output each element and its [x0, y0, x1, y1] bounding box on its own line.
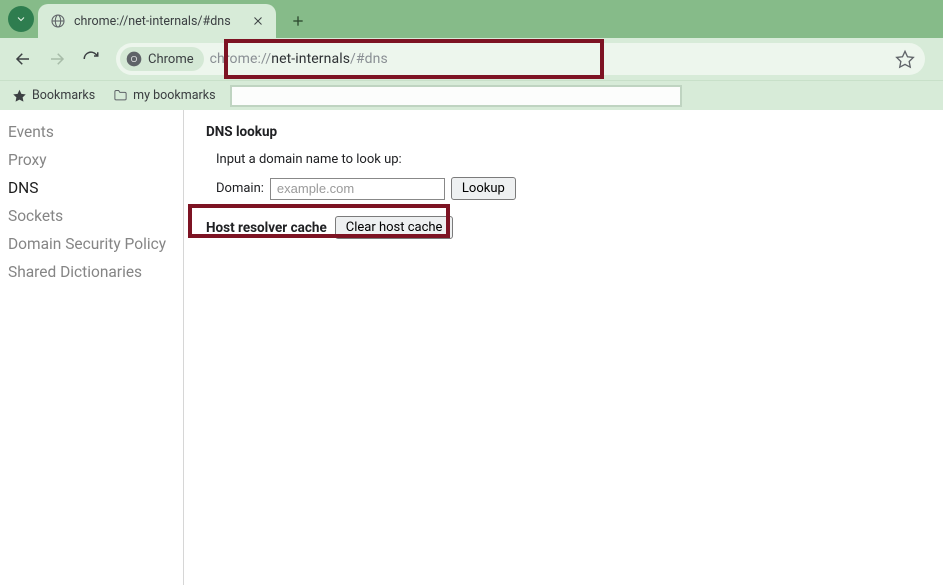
main-panel: DNS lookup Input a domain name to look u… — [184, 110, 943, 585]
globe-icon — [50, 13, 66, 29]
reload-icon — [82, 50, 100, 68]
arrow-left-icon — [14, 50, 32, 68]
chevron-down-icon — [15, 13, 27, 25]
bookmarks-folder[interactable]: my bookmarks — [107, 85, 221, 106]
tab-close-button[interactable] — [250, 13, 266, 29]
folder-icon — [113, 88, 128, 103]
sidebar-item-dns[interactable]: DNS — [0, 174, 183, 202]
profile-menu-button[interactable] — [8, 6, 34, 32]
bookmarks-bar: Bookmarks my bookmarks — [0, 80, 943, 110]
url-text: chrome://net-internals/#dns — [210, 51, 388, 67]
sidebar-item-domain-security[interactable]: Domain Security Policy — [0, 230, 183, 258]
domain-input[interactable] — [270, 178, 445, 200]
lookup-button[interactable]: Lookup — [451, 177, 516, 200]
browser-tab[interactable]: chrome://net-internals/#dns — [38, 4, 276, 38]
bookmark-star-button[interactable] — [895, 49, 915, 69]
sidebar-item-events[interactable]: Events — [0, 118, 183, 146]
sidebar-item-label: Sockets — [8, 207, 63, 225]
forward-button[interactable] — [42, 44, 72, 74]
tab-strip: chrome://net-internals/#dns — [0, 0, 943, 38]
sidebar-item-sockets[interactable]: Sockets — [0, 202, 183, 230]
sidebar-item-proxy[interactable]: Proxy — [0, 146, 183, 174]
new-tab-button[interactable] — [284, 7, 312, 35]
back-button[interactable] — [8, 44, 38, 74]
domain-label: Domain: — [216, 181, 264, 196]
host-resolver-cache-label: Host resolver cache — [206, 220, 327, 236]
star-filled-icon — [12, 88, 27, 103]
address-bar[interactable]: Chrome chrome://net-internals/#dns — [116, 43, 925, 75]
reload-button[interactable] — [76, 44, 106, 74]
dns-lookup-title: DNS lookup — [206, 124, 921, 140]
sidebar: Events Proxy DNS Sockets Domain Security… — [0, 110, 184, 585]
sidebar-item-label: Events — [8, 123, 54, 141]
sidebar-item-label: DNS — [8, 179, 38, 197]
close-icon — [252, 15, 264, 27]
chrome-logo-icon — [126, 51, 142, 67]
toolbar: Chrome chrome://net-internals/#dns — [0, 38, 943, 80]
dns-lookup-prompt: Input a domain name to look up: — [216, 152, 921, 167]
sidebar-item-label: Domain Security Policy — [8, 235, 166, 253]
sidebar-item-shared-dictionaries[interactable]: Shared Dictionaries — [0, 258, 183, 286]
plus-icon — [290, 13, 306, 29]
bookmarks-folder-label: my bookmarks — [133, 88, 215, 103]
tab-title: chrome://net-internals/#dns — [74, 14, 250, 29]
page-content: Events Proxy DNS Sockets Domain Security… — [0, 110, 943, 585]
site-info-label: Chrome — [148, 52, 194, 67]
star-icon — [895, 49, 915, 69]
bookmarks-search-area[interactable] — [230, 85, 682, 107]
arrow-right-icon — [48, 50, 66, 68]
bookmarks-label: Bookmarks — [32, 88, 95, 103]
site-info-chip[interactable]: Chrome — [120, 47, 204, 71]
bookmarks-button[interactable]: Bookmarks — [6, 85, 101, 106]
sidebar-item-label: Shared Dictionaries — [8, 263, 142, 281]
clear-host-cache-button[interactable]: Clear host cache — [335, 216, 454, 239]
sidebar-item-label: Proxy — [8, 151, 47, 169]
